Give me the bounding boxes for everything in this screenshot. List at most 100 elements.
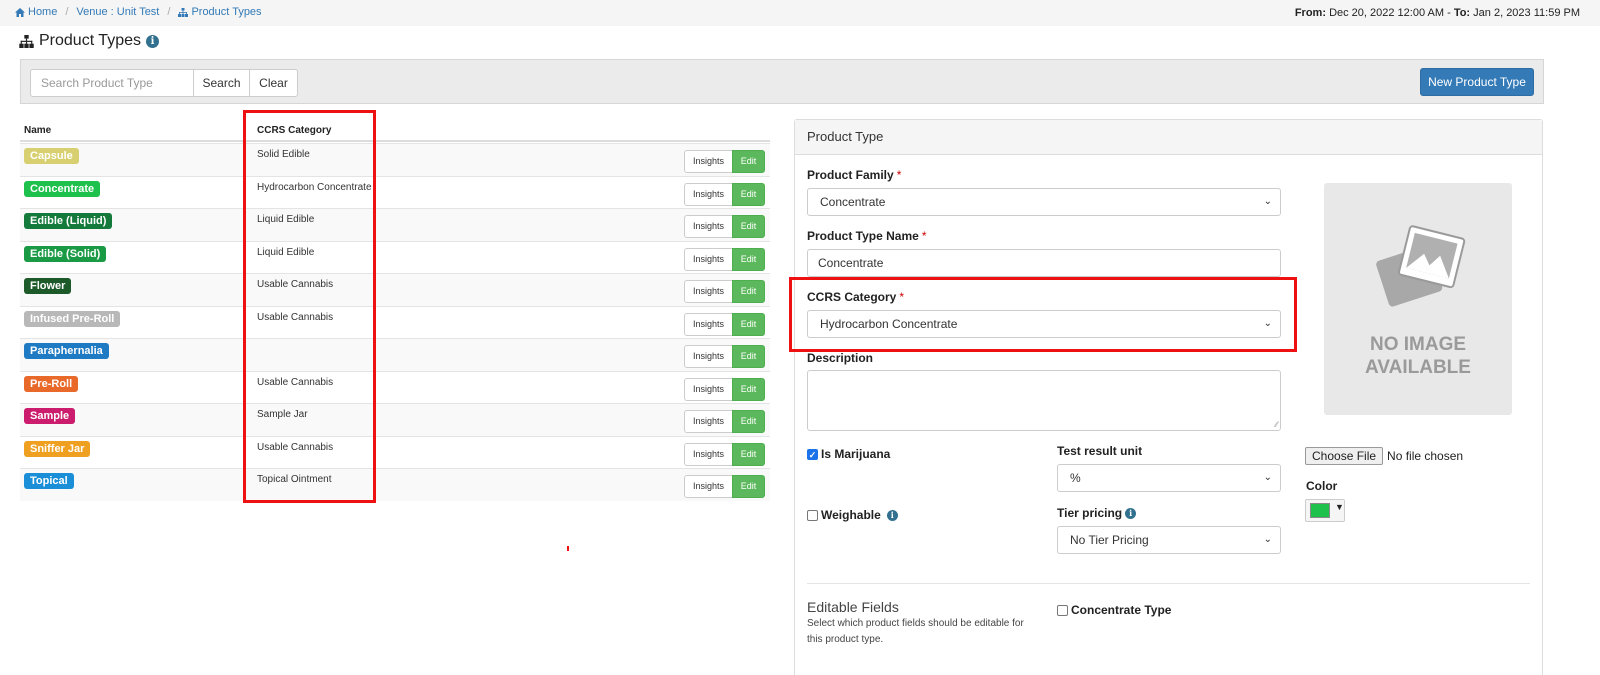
edit-button[interactable]: Edit (732, 475, 765, 498)
insights-button[interactable]: Insights (684, 345, 733, 368)
insights-button[interactable]: Insights (684, 280, 733, 303)
divider (807, 583, 1530, 584)
description-textarea[interactable]: ∕∕ (807, 370, 1281, 431)
no-image-line-2: AVAILABLE (1365, 357, 1471, 378)
tier-pricing-value: No Tier Pricing (1070, 533, 1149, 547)
required-mark: * (896, 168, 902, 182)
product-type-name-value: Concentrate (818, 256, 884, 270)
table-header: Name CCRS Category (20, 118, 770, 142)
new-product-type-button[interactable]: New Product Type (1420, 68, 1534, 96)
info-icon[interactable]: i (145, 34, 159, 48)
date-from-value: Dec 20, 2022 12:00 AM (1329, 7, 1445, 19)
edit-button[interactable]: Edit (732, 150, 765, 173)
insights-button[interactable]: Insights (684, 475, 733, 498)
breadcrumb-home[interactable]: Home (15, 6, 57, 18)
file-status: No file chosen (1387, 449, 1464, 463)
resize-grip-icon[interactable]: ∕∕ (1275, 420, 1278, 429)
product-type-panel: Product Type Product Family * Concentrate… (794, 119, 1543, 675)
search-button[interactable]: Search (193, 69, 250, 97)
photo-placeholder-icon (1376, 225, 1466, 307)
required-mark: * (921, 229, 927, 243)
breadcrumb-current-label: Product Types (191, 6, 262, 18)
edit-button[interactable]: Edit (732, 345, 765, 368)
color-swatch (1310, 503, 1330, 518)
search-panel: Search Clear New Product Type (20, 59, 1544, 104)
breadcrumb-venue[interactable]: Venue : Unit Test (76, 6, 159, 18)
product-type-label[interactable]: Sample (24, 408, 76, 424)
table-row: Topical Topical Ointment Insights Edit (20, 468, 770, 501)
insights-button[interactable]: Insights (684, 377, 733, 401)
product-type-label[interactable]: Concentrate (24, 180, 101, 197)
concentrate-type-label: Concentrate Type (1071, 603, 1172, 617)
date-to-value: Jan 2, 2023 11:59 PM (1473, 7, 1580, 19)
product-type-label[interactable]: Capsule (24, 148, 79, 164)
search-input[interactable] (30, 69, 194, 97)
concentrate-type-checkbox-row[interactable]: Concentrate Type (1057, 603, 1171, 617)
insights-button[interactable]: Insights (684, 410, 733, 433)
breadcrumb-separator: / (167, 6, 171, 18)
edit-button[interactable]: Edit (732, 247, 765, 271)
page-title-text: Product Types (39, 32, 141, 49)
edit-button[interactable]: Edit (732, 215, 765, 238)
highlight-box-ccrs-field (789, 277, 1297, 352)
product-type-label[interactable]: Flower (24, 278, 72, 294)
editable-fields-help: Select which product fields should be ed… (807, 618, 1024, 645)
edit-button[interactable]: Edit (732, 312, 765, 336)
is-marijuana-checkbox[interactable]: ✓ (807, 448, 818, 460)
tier-pricing-label-text: Tier pricing (1057, 506, 1123, 520)
is-marijuana-checkbox-row[interactable]: ✓ Is Marijuana (807, 447, 890, 461)
breadcrumb: Home / Venue : Unit Test / Product Types (15, 6, 262, 18)
column-header-name[interactable]: Name (24, 125, 51, 136)
clear-button[interactable]: Clear (249, 69, 298, 97)
highlight-box-ccrs-column (243, 110, 376, 503)
breadcrumb-separator: / (65, 6, 69, 18)
table-row: Sample Sample Jar Insights Edit (20, 403, 770, 436)
product-type-name-input[interactable]: Concentrate (807, 249, 1281, 277)
test-result-unit-select[interactable]: % ⌄ (1057, 464, 1281, 492)
is-marijuana-label: Is Marijuana (821, 447, 891, 461)
concentrate-type-checkbox[interactable] (1057, 604, 1068, 616)
color-picker[interactable]: ▼ (1305, 499, 1345, 522)
table-row: Flower Usable Cannabis Insights Edit (20, 273, 770, 306)
table-row: Edible (Liquid) Liquid Edible Insights Edit (20, 208, 770, 241)
product-type-label[interactable]: Paraphernalia (24, 343, 109, 359)
edit-button[interactable]: Edit (732, 182, 765, 206)
chevron-down-icon: ⌄ (1263, 472, 1272, 483)
sitemap-icon (19, 34, 34, 48)
info-icon[interactable]: i (1125, 507, 1137, 519)
product-type-label[interactable]: Infused Pre-Roll (24, 310, 121, 327)
insights-button[interactable]: Insights (684, 312, 733, 336)
tier-pricing-select[interactable]: No Tier Pricing ⌄ (1057, 526, 1281, 554)
no-image-text: NO IMAGE AVAILABLE (1324, 333, 1512, 379)
product-type-label[interactable]: Sniffer Jar (24, 440, 91, 457)
info-icon[interactable]: i (886, 509, 898, 521)
weighable-checkbox-row[interactable]: Weighable i (807, 508, 898, 522)
no-image-line-1: NO IMAGE (1369, 334, 1467, 355)
table-row: Pre-Roll Usable Cannabis Insights Edit (20, 370, 770, 404)
top-bar: Home / Venue : Unit Test / Product Types… (0, 0, 1600, 26)
table-row: Edible (Solid) Liquid Edible Insights Edit (20, 240, 770, 274)
edit-button[interactable]: Edit (732, 280, 765, 303)
caret-down-icon: ▼ (1335, 502, 1344, 512)
insights-button[interactable]: Insights (684, 247, 733, 271)
insights-button[interactable]: Insights (684, 150, 733, 173)
edit-button[interactable]: Edit (732, 410, 765, 433)
edit-button[interactable]: Edit (732, 377, 765, 401)
home-icon (15, 7, 25, 17)
choose-file-button[interactable]: Choose File (1305, 447, 1384, 465)
product-type-label[interactable]: Topical (24, 473, 74, 489)
product-type-label[interactable]: Edible (Liquid) (24, 213, 113, 229)
product-type-label[interactable]: Edible (Solid) (24, 245, 107, 262)
edit-button[interactable]: Edit (732, 442, 765, 466)
page-title: Product Types i (19, 32, 159, 50)
insights-button[interactable]: Insights (684, 182, 733, 206)
product-type-label[interactable]: Pre-Roll (24, 375, 79, 392)
file-upload: Choose File No file chosen (1305, 447, 1463, 465)
insights-button[interactable]: Insights (684, 442, 733, 466)
breadcrumb-product-types[interactable]: Product Types (178, 6, 262, 18)
weighable-label: Weighable (821, 508, 881, 522)
product-family-select[interactable]: Concentrate ⌄ (807, 188, 1281, 216)
weighable-checkbox[interactable] (807, 509, 818, 521)
no-image-placeholder: NO IMAGE AVAILABLE (1324, 183, 1512, 415)
insights-button[interactable]: Insights (684, 215, 733, 238)
